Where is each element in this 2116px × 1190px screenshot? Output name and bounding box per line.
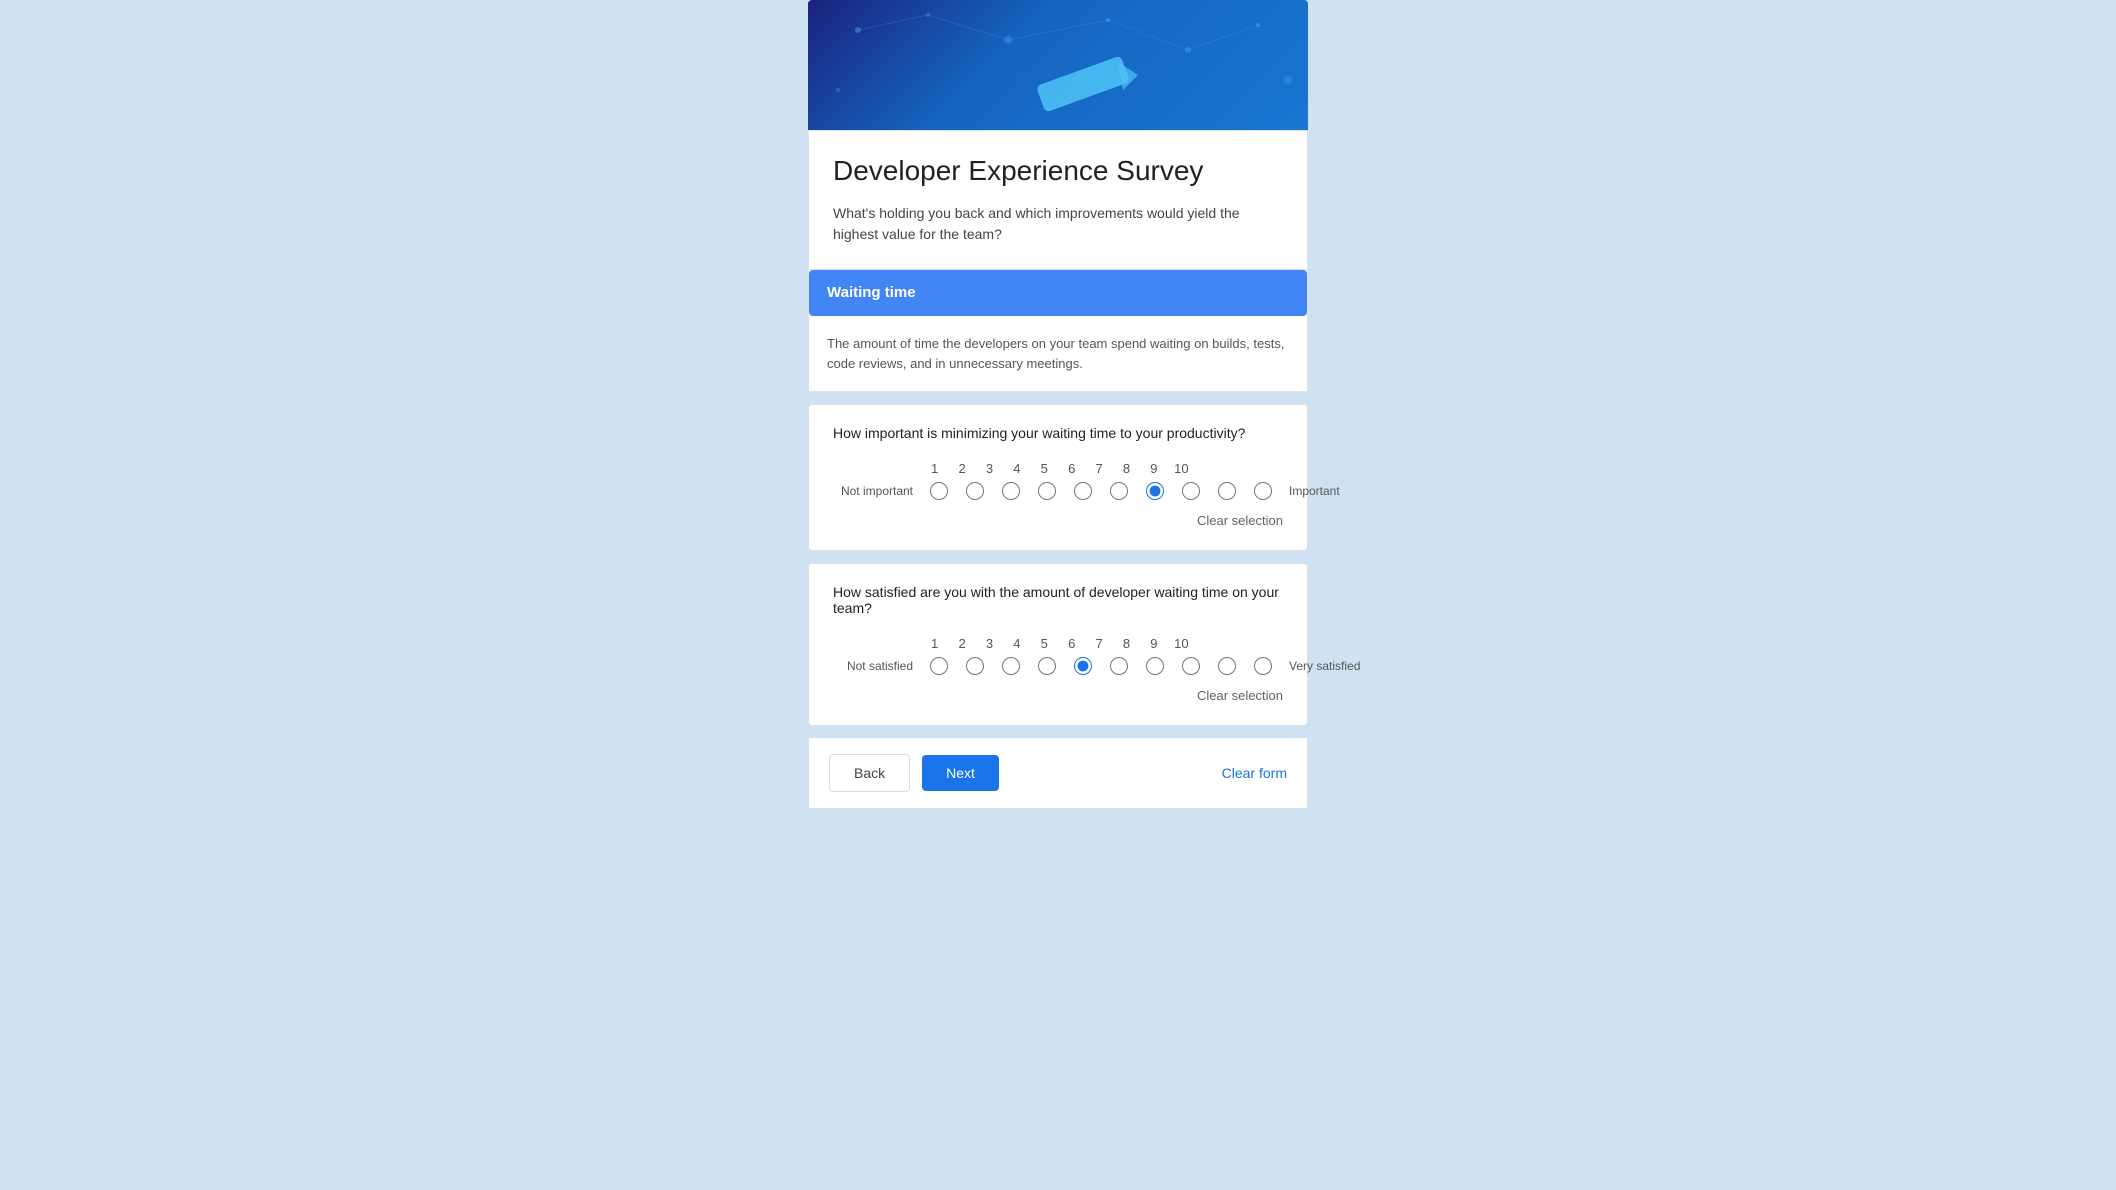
q1-num-2: 2 (948, 461, 975, 476)
q2-radio-10[interactable] (1245, 657, 1281, 675)
question-2-text: How satisfied are you with the amount of… (833, 584, 1283, 616)
q1-radios-row: Not important Important (833, 482, 1283, 500)
clear-form-button[interactable]: Clear form (1222, 765, 1287, 781)
q1-clear-selection-container: Clear selection (833, 512, 1283, 530)
question-2-scale: 1 2 3 4 5 6 7 8 9 10 Not satisfied (833, 636, 1283, 675)
survey-title: Developer Experience Survey (833, 155, 1283, 187)
q2-num-5: 5 (1031, 636, 1058, 651)
question-card-2: How satisfied are you with the amount of… (808, 563, 1308, 726)
q1-radio-10[interactable] (1245, 482, 1281, 500)
q2-radio-8[interactable] (1173, 657, 1209, 675)
question-1-scale: 1 2 3 4 5 6 7 8 9 10 Not important (833, 461, 1283, 500)
q2-num-6: 6 (1058, 636, 1085, 651)
q1-radio-1[interactable] (921, 482, 957, 500)
q2-radio-2[interactable] (957, 657, 993, 675)
q2-scale-numbers: 1 2 3 4 5 6 7 8 9 10 (833, 636, 1283, 651)
q1-num-10: 10 (1168, 461, 1195, 476)
q2-radios (921, 657, 1281, 675)
q1-radio-8[interactable] (1173, 482, 1209, 500)
q1-num-4: 4 (1003, 461, 1030, 476)
survey-description: What's holding you back and which improv… (833, 203, 1283, 245)
q1-num-8: 8 (1113, 461, 1140, 476)
q2-num-9: 9 (1140, 636, 1167, 651)
q1-radio-9[interactable] (1209, 482, 1245, 500)
q1-radio-7[interactable] (1137, 482, 1173, 500)
q1-scale-numbers: 1 2 3 4 5 6 7 8 9 10 (833, 461, 1283, 476)
q1-radio-3[interactable] (993, 482, 1029, 500)
q2-num-3: 3 (976, 636, 1003, 651)
footer-bar: Back Next Clear form (808, 738, 1308, 809)
q2-clear-selection-container: Clear selection (833, 687, 1283, 705)
q1-radio-4[interactable] (1029, 482, 1065, 500)
section-card: Waiting time The amount of time the deve… (808, 269, 1308, 392)
question-card-1: How important is minimizing your waiting… (808, 404, 1308, 551)
q2-num-7: 7 (1085, 636, 1112, 651)
section-description: The amount of time the developers on you… (827, 334, 1289, 373)
section-title: Waiting time (827, 284, 916, 301)
q2-radio-5[interactable] (1065, 657, 1101, 675)
q1-num-1: 1 (921, 461, 948, 476)
section-body: The amount of time the developers on you… (809, 316, 1307, 391)
q2-num-4: 4 (1003, 636, 1030, 651)
q2-clear-selection-button[interactable]: Clear selection (1197, 688, 1283, 703)
q2-radio-9[interactable] (1209, 657, 1245, 675)
q2-num-2: 2 (948, 636, 975, 651)
q2-label-right: Very satisfied (1289, 659, 1369, 673)
next-button[interactable]: Next (922, 755, 999, 791)
survey-title-card: Developer Experience Survey What's holdi… (808, 130, 1308, 269)
q1-label-right: Important (1289, 484, 1369, 498)
section-header: Waiting time (809, 270, 1307, 316)
q1-radio-2[interactable] (957, 482, 993, 500)
q1-radio-6[interactable] (1101, 482, 1137, 500)
q1-clear-selection-button[interactable]: Clear selection (1197, 513, 1283, 528)
q2-radio-3[interactable] (993, 657, 1029, 675)
q2-radios-row: Not satisfied Very satisfied (833, 657, 1283, 675)
q1-radio-5[interactable] (1065, 482, 1101, 500)
question-1-text: How important is minimizing your waiting… (833, 425, 1283, 441)
q1-num-6: 6 (1058, 461, 1085, 476)
survey-banner (808, 0, 1308, 130)
q1-radios (921, 482, 1281, 500)
q2-radio-4[interactable] (1029, 657, 1065, 675)
q2-num-10: 10 (1168, 636, 1195, 651)
q2-radio-6[interactable] (1101, 657, 1137, 675)
q2-num-1: 1 (921, 636, 948, 651)
q2-radio-1[interactable] (921, 657, 957, 675)
q1-label-left: Not important (833, 484, 913, 498)
q2-label-left: Not satisfied (833, 659, 913, 673)
q2-num-8: 8 (1113, 636, 1140, 651)
q1-num-5: 5 (1031, 461, 1058, 476)
q2-radio-7[interactable] (1137, 657, 1173, 675)
q1-num-3: 3 (976, 461, 1003, 476)
q1-num-7: 7 (1085, 461, 1112, 476)
back-button[interactable]: Back (829, 754, 910, 792)
q1-num-9: 9 (1140, 461, 1167, 476)
